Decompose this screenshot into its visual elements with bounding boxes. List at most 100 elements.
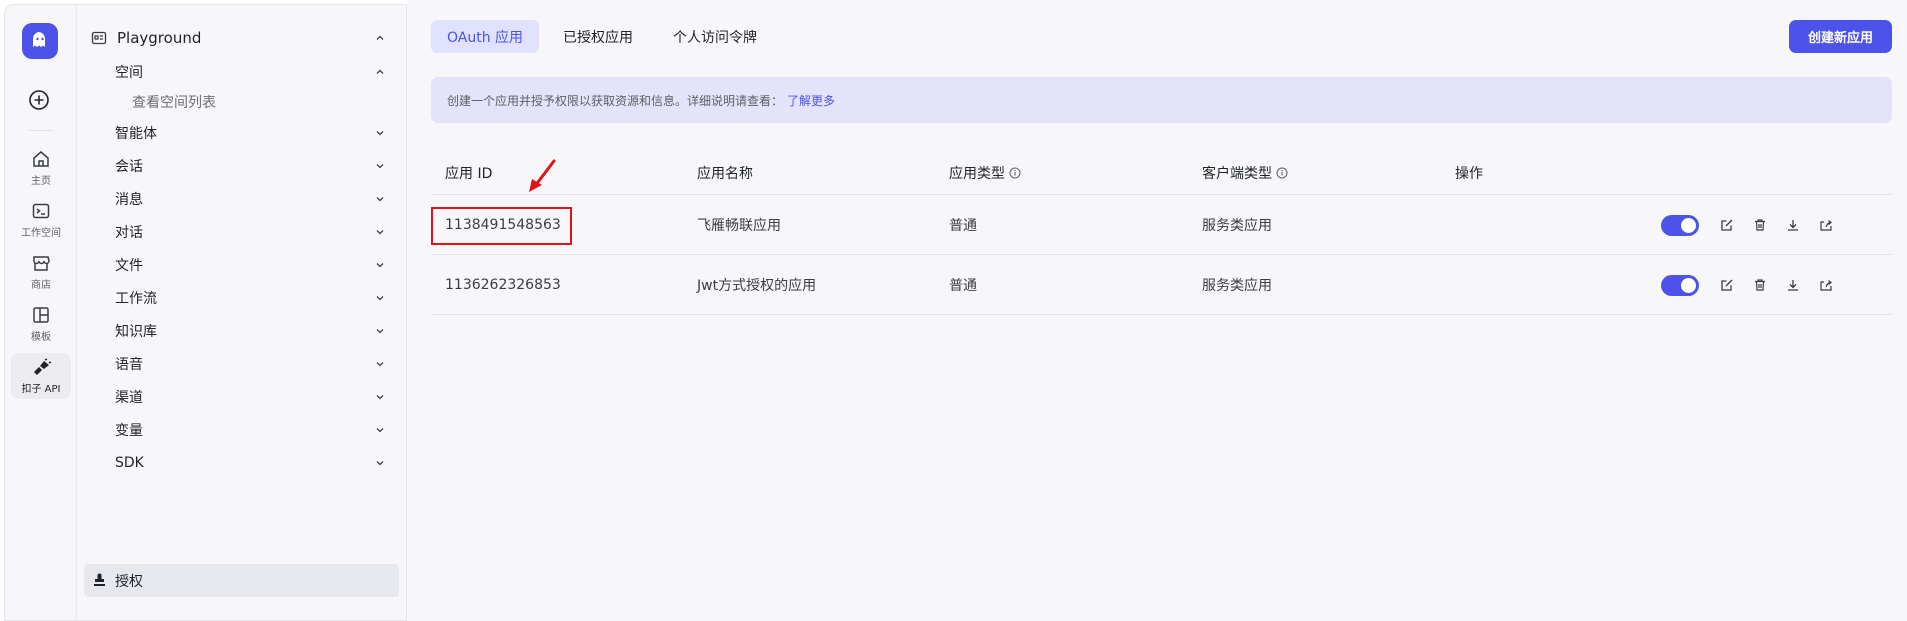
chevron-down-icon <box>376 296 384 301</box>
annotation-arrow-icon <box>529 159 556 192</box>
rail-item-template[interactable]: 模板 <box>11 301 71 347</box>
terminal-icon <box>32 203 50 219</box>
table-header: 应用 ID 应用名称 应用类型 客户端类型 操作 <box>431 151 1892 195</box>
nav-item-chat[interactable]: 对话 <box>77 218 392 246</box>
nav-item-label: 知识库 <box>115 324 157 340</box>
nav-item-label: 语音 <box>115 357 143 373</box>
table-row: 1138491548563 飞雁畅联应用 普通 服务类应用 <box>431 195 1892 255</box>
nav-item-label: 变量 <box>115 423 143 439</box>
nav-item-label: 空间 <box>115 65 143 81</box>
rail-item-api[interactable]: 扣子 API <box>11 353 71 399</box>
api-icon <box>34 358 52 375</box>
chevron-down-icon <box>376 461 384 466</box>
col-actions: 操作 <box>1455 166 1483 182</box>
rail-item-label: 扣子 API <box>21 384 61 395</box>
toggle-knob <box>1681 278 1696 293</box>
chevron-down-icon <box>376 197 384 202</box>
nav-item-space-list[interactable]: 查看空间列表 <box>77 88 392 116</box>
chevron-down-icon <box>376 131 384 136</box>
learn-more-link[interactable]: 了解更多 <box>787 92 835 109</box>
table-row: 1136262326853 Jwt方式授权的应用 普通 服务类应用 <box>431 255 1892 315</box>
icon-rail: 主页 工作空间 商店 模板 扣子 API <box>4 4 76 621</box>
rail-item-workspace[interactable]: 工作空间 <box>11 197 71 243</box>
nav-item-space[interactable]: 空间 <box>77 58 392 86</box>
nav-item-auth[interactable]: 授权 <box>84 564 399 597</box>
edit-icon[interactable] <box>1718 216 1736 234</box>
share-icon[interactable] <box>1817 216 1835 234</box>
chevron-down-icon <box>376 362 384 367</box>
nav-item-agent[interactable]: 智能体 <box>77 119 392 147</box>
rail-item-label: 商店 <box>31 280 51 291</box>
nav-item-variable[interactable]: 变量 <box>77 416 392 444</box>
ghost-icon <box>33 32 45 47</box>
plus-circle-icon <box>29 90 49 110</box>
chevron-up-icon <box>376 69 384 74</box>
cell-app-name: 飞雁畅联应用 <box>697 218 781 234</box>
template-icon <box>33 307 49 323</box>
coze-logo[interactable] <box>22 23 58 59</box>
info-icon[interactable] <box>1009 167 1021 179</box>
enable-toggle[interactable] <box>1661 215 1699 236</box>
enable-toggle[interactable] <box>1661 275 1699 296</box>
chevron-down-icon <box>376 164 384 169</box>
cell-client-type: 服务类应用 <box>1202 218 1272 234</box>
cell-client-type: 服务类应用 <box>1202 278 1272 294</box>
chevron-down-icon <box>376 395 384 400</box>
nav-playground[interactable]: Playground <box>91 25 392 51</box>
rail-divider <box>29 130 53 131</box>
delete-icon[interactable] <box>1751 216 1769 234</box>
home-icon <box>33 151 49 167</box>
create-app-button[interactable]: 创建新应用 <box>1789 20 1892 53</box>
nav-item-channel[interactable]: 渠道 <box>77 383 392 411</box>
nav-item-voice[interactable]: 语音 <box>77 350 392 378</box>
tab-authorized-apps[interactable]: 已授权应用 <box>547 20 649 53</box>
nav-item-message[interactable]: 消息 <box>77 185 392 213</box>
col-app-type-label: 应用类型 <box>949 166 1005 182</box>
chevron-down-icon <box>376 230 384 235</box>
rail-item-store[interactable]: 商店 <box>11 249 71 295</box>
share-icon[interactable] <box>1817 276 1835 294</box>
nav-item-sdk[interactable]: SDK <box>77 449 392 477</box>
cell-app-name: Jwt方式授权的应用 <box>697 278 817 294</box>
cell-app-type: 普通 <box>949 218 977 234</box>
cell-app-id: 1136262326853 <box>445 277 561 293</box>
playground-icon <box>91 31 107 45</box>
nav-item-label: SDK <box>115 455 144 471</box>
info-banner: 创建一个应用并授予权限以获取资源和信息。详细说明请查看： 了解更多 <box>431 77 1892 123</box>
add-button[interactable] <box>27 88 51 112</box>
download-icon[interactable] <box>1784 276 1802 294</box>
chevron-down-icon <box>376 329 384 334</box>
toggle-knob <box>1681 218 1696 233</box>
nav-item-file[interactable]: 文件 <box>77 251 392 279</box>
nav-item-label: 智能体 <box>115 126 157 142</box>
main-content: OAuth 应用 已授权应用 个人访问令牌 创建新应用 创建一个应用并授予权限以… <box>407 0 1907 621</box>
col-app-type: 应用类型 <box>949 151 1021 195</box>
chevron-up-icon <box>376 35 384 40</box>
nav-item-label: 对话 <box>115 225 143 241</box>
nav-item-session[interactable]: 会话 <box>77 152 392 180</box>
nav-item-label: 授权 <box>115 573 143 590</box>
nav-item-workflow[interactable]: 工作流 <box>77 284 392 312</box>
chevron-down-icon <box>376 428 384 433</box>
col-app-id: 应用 ID <box>445 166 493 182</box>
rail-item-label: 主页 <box>31 176 51 187</box>
tab-bar: OAuth 应用 已授权应用 个人访问令牌 <box>431 20 773 53</box>
rail-item-label: 工作空间 <box>21 228 61 239</box>
rail-item-label: 模板 <box>31 332 51 343</box>
edit-icon[interactable] <box>1718 276 1736 294</box>
tab-oauth-apps[interactable]: OAuth 应用 <box>431 20 540 53</box>
col-client-type-label: 客户端类型 <box>1202 166 1272 182</box>
chevron-down-icon <box>376 263 384 268</box>
download-icon[interactable] <box>1784 216 1802 234</box>
info-icon[interactable] <box>1276 167 1288 179</box>
nav-item-label: 消息 <box>115 192 143 208</box>
col-client-type: 客户端类型 <box>1202 151 1288 195</box>
nav-item-label: 渠道 <box>115 390 143 406</box>
nav-item-label: 查看空间列表 <box>132 95 216 111</box>
delete-icon[interactable] <box>1751 276 1769 294</box>
tab-personal-tokens[interactable]: 个人访问令牌 <box>657 20 773 53</box>
nav-playground-label: Playground <box>117 29 202 47</box>
nav-item-label: 文件 <box>115 258 143 274</box>
nav-item-knowledge[interactable]: 知识库 <box>77 317 392 345</box>
rail-item-home[interactable]: 主页 <box>11 145 71 191</box>
